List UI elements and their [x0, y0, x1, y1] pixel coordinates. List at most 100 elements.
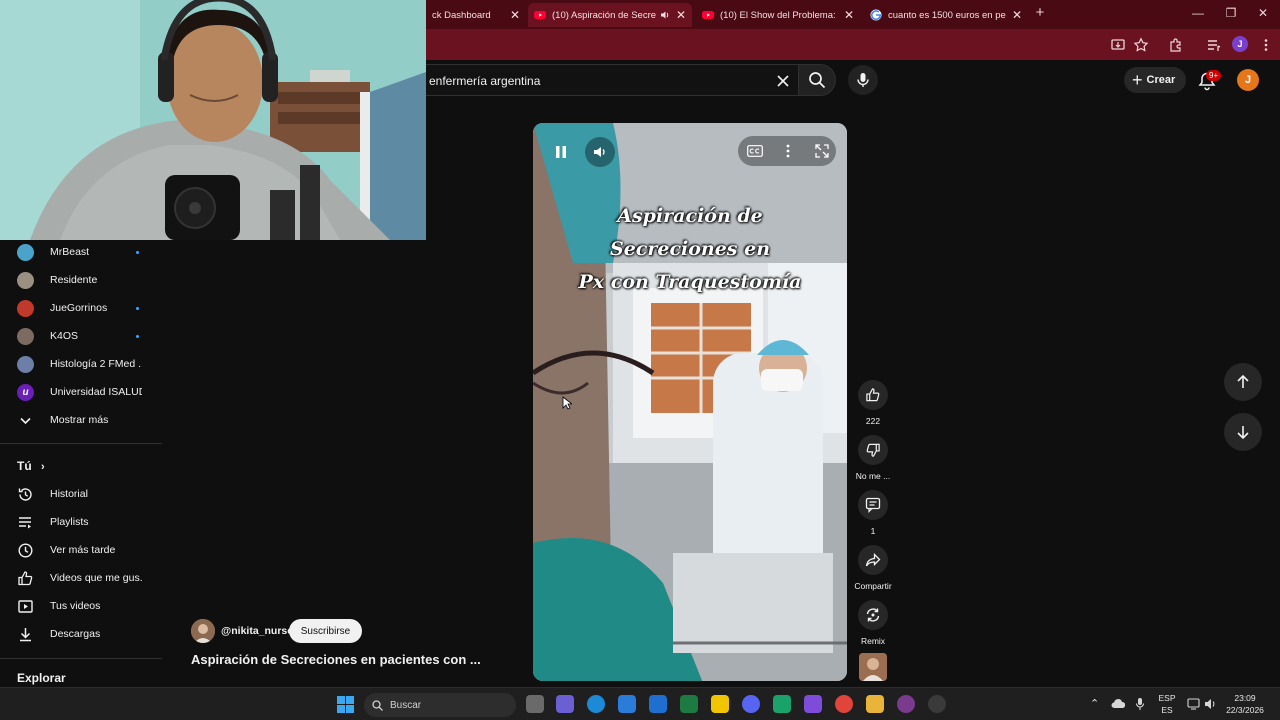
outlook-icon[interactable]	[649, 695, 667, 713]
tab-google-search[interactable]: cuanto es 1500 euros en pesos ✕	[864, 3, 1028, 27]
tab-title: (10) El Show del Problema: Prog	[720, 9, 838, 21]
close-icon[interactable]: ✕	[1012, 8, 1022, 22]
excel-icon[interactable]	[680, 695, 698, 713]
comments-button[interactable]	[858, 490, 888, 520]
remix-button[interactable]	[858, 600, 888, 630]
sidebar-item-historial[interactable]: Historial	[0, 480, 162, 508]
chevron-right-icon: ›	[41, 461, 45, 473]
more-options-button[interactable]	[775, 138, 801, 164]
channel-avatar	[17, 243, 34, 261]
subscribe-button[interactable]: Suscribirse	[289, 619, 362, 643]
file-explorer-icon[interactable]	[866, 695, 884, 713]
taskbar-clock-time[interactable]: 23:09	[1222, 693, 1268, 703]
show-more-label: Mostrar más	[50, 414, 109, 426]
share-icon	[865, 552, 881, 567]
search-icon	[372, 699, 383, 711]
language-indicator-top[interactable]: ESP	[1154, 693, 1180, 703]
comment-icon	[865, 497, 881, 513]
fullscreen-button[interactable]	[809, 138, 835, 164]
sidebar-item-label: Videos que me gus...	[50, 572, 142, 584]
channel-avatar[interactable]	[191, 619, 215, 643]
create-button[interactable]: + Crear	[1124, 67, 1186, 93]
install-app-icon[interactable]	[1110, 37, 1126, 53]
onedrive-cloud-icon[interactable]	[1111, 698, 1125, 710]
sidebar-item-k4os[interactable]: K4OS	[0, 322, 162, 350]
sidebar-item-playlists[interactable]: Playlists	[0, 508, 162, 536]
sidebar-item-your-videos[interactable]: Tus videos	[0, 592, 162, 620]
chrome-profile-icon[interactable]	[897, 695, 915, 713]
copilot-icon[interactable]	[804, 695, 822, 713]
edge-icon[interactable]	[587, 695, 605, 713]
thumbs-down-icon	[866, 443, 880, 457]
window-close-button[interactable]: ✕	[1255, 6, 1271, 20]
download-icon	[20, 627, 31, 641]
dislike-button[interactable]	[858, 435, 888, 465]
voice-search-button[interactable]	[848, 65, 878, 95]
sidebar-item-histologia[interactable]: Histología 2 FMed ...	[0, 350, 162, 378]
next-video-button[interactable]	[1224, 413, 1262, 451]
settings-gear-icon[interactable]	[928, 695, 946, 713]
shorts-video-player[interactable]: Aspiración de Secreciones en Px con Traq…	[533, 123, 847, 681]
volume-icon[interactable]	[1204, 698, 1217, 710]
close-icon[interactable]: ✕	[510, 8, 520, 22]
previous-video-button[interactable]	[1224, 363, 1262, 401]
tab-show-problema[interactable]: (10) El Show del Problema: Prog ✕	[696, 3, 860, 27]
more-vertical-icon[interactable]	[1258, 37, 1274, 53]
audio-thumbnail[interactable]	[859, 653, 887, 681]
sidebar-item-label: Tus videos	[50, 600, 101, 612]
share-button[interactable]	[858, 545, 888, 575]
search-input-value: enfermería argentina	[429, 74, 541, 88]
teams-icon[interactable]	[556, 695, 574, 713]
discord-icon[interactable]	[742, 695, 760, 713]
sidebar-item-downloads[interactable]: Descargas	[0, 620, 162, 648]
restore-button[interactable]: ❐	[1223, 6, 1239, 20]
search-input[interactable]: enfermería argentina	[410, 64, 800, 96]
close-icon[interactable]: ✕	[676, 8, 686, 22]
tab-aspiracion[interactable]: (10) Aspiración de Secreciones ✕	[528, 3, 692, 27]
close-icon[interactable]: ✕	[844, 8, 854, 22]
sidebar-item-isalud[interactable]: u Universidad ISALUD	[0, 378, 162, 406]
pause-icon	[556, 146, 566, 158]
search-icon	[809, 72, 826, 89]
volume-button[interactable]	[585, 137, 615, 167]
network-icon[interactable]	[1187, 698, 1200, 710]
new-tab-button[interactable]: +	[1032, 4, 1048, 21]
android-app-icon[interactable]	[773, 695, 791, 713]
windows-start-icon[interactable]	[337, 696, 354, 713]
star-icon[interactable]	[1133, 37, 1149, 53]
clear-search-icon[interactable]	[775, 73, 791, 89]
channel-name-link[interactable]: @nikita_nurse	[221, 625, 293, 637]
sidebar-item-liked-videos[interactable]: Videos que me gus...	[0, 564, 162, 592]
taskbar-clock-date: 22/3/2026	[1226, 705, 1264, 715]
video-title[interactable]: Aspiración de Secreciones en pacientes c…	[191, 652, 481, 667]
store-icon[interactable]	[618, 695, 636, 713]
pause-button[interactable]	[547, 138, 575, 166]
show-more-button[interactable]: Mostrar más	[0, 406, 162, 434]
tab-title: cuanto es 1500 euros en pesos	[888, 9, 1006, 21]
chrome-icon[interactable]	[835, 695, 853, 713]
search-button[interactable]	[798, 64, 836, 96]
sidebar-item-label: Ver más tarde	[50, 544, 116, 556]
remix-label: Remix	[860, 636, 886, 646]
like-button[interactable]	[858, 380, 888, 410]
task-view-icon[interactable]	[526, 695, 544, 713]
sidebar-item-mrbeast[interactable]: MrBeast	[0, 238, 162, 266]
minimize-button[interactable]: —	[1190, 6, 1206, 20]
tab-dashboard[interactable]: ck Dashboard ✕	[426, 3, 526, 27]
sidebar-item-watch-later[interactable]: Ver más tarde	[0, 536, 162, 564]
taskbar-search-input[interactable]: Buscar	[364, 693, 516, 717]
arrow-down-icon	[1237, 426, 1249, 440]
microphone-icon[interactable]	[1135, 697, 1145, 711]
captions-button[interactable]	[741, 138, 769, 164]
you-section-heading[interactable]: Tú ›	[17, 459, 45, 473]
tray-overflow-chevron-icon[interactable]: ⌃	[1090, 697, 1099, 710]
sidebar-item-juegorrinos[interactable]: JueGorrinos	[0, 294, 162, 322]
speaker-icon[interactable]	[660, 10, 670, 20]
media-controls-icon[interactable]	[1206, 37, 1222, 53]
account-avatar[interactable]: J	[1237, 69, 1259, 91]
profile-avatar[interactable]: J	[1232, 36, 1248, 52]
sticky-notes-icon[interactable]	[711, 695, 729, 713]
extensions-icon[interactable]	[1168, 37, 1184, 53]
sidebar-item-residente[interactable]: Residente	[0, 266, 162, 294]
like-count: 222	[865, 416, 881, 426]
